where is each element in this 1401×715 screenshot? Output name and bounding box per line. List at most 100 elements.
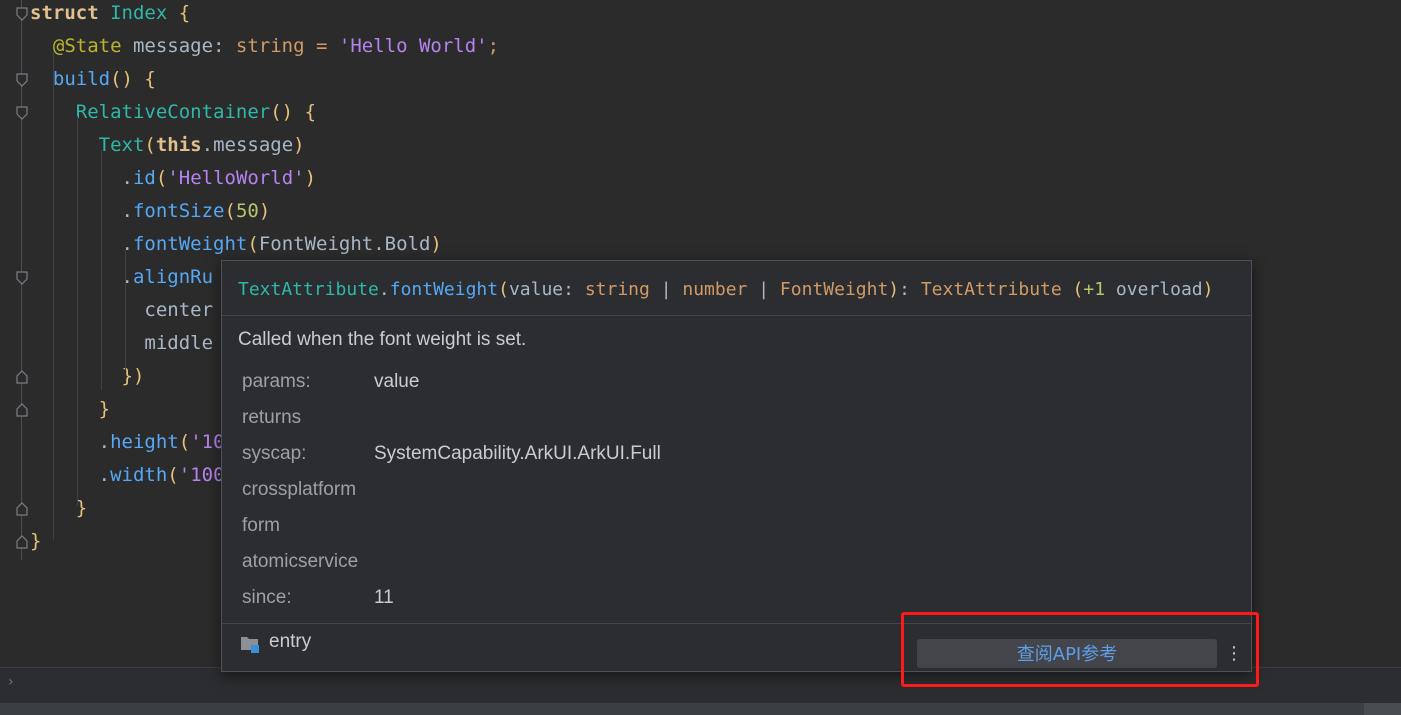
code-token: 'Hello World' (338, 35, 488, 57)
code-token: TextAttribute (920, 279, 1062, 300)
status-bar-right-segment (1364, 703, 1401, 715)
code-line[interactable]: build() { (30, 66, 156, 99)
code-token: ( (1061, 279, 1084, 300)
code-line[interactable]: .id('HelloWorld') (30, 165, 317, 198)
code-line[interactable]: } (30, 528, 41, 561)
code-token: alignRu (132, 266, 214, 288)
code-line[interactable]: middle (30, 330, 213, 363)
code-token: .message (201, 134, 294, 156)
meta-label: params: (242, 371, 311, 392)
code-token: 50 (235, 200, 259, 222)
code-line[interactable]: }) (30, 363, 145, 396)
code-token: ( (247, 233, 259, 255)
footer-divider (222, 623, 1251, 624)
code-token: id (132, 167, 156, 189)
fold-end-icon[interactable] (16, 535, 28, 549)
code-token: RelativeContainer (75, 101, 271, 123)
code-line[interactable]: } (30, 495, 87, 528)
code-token: | (747, 279, 780, 300)
code-token: . (98, 464, 111, 486)
code-line[interactable]: } (30, 396, 110, 429)
code-line[interactable]: .height('100 (30, 429, 236, 462)
code-line[interactable]: center (30, 297, 213, 330)
status-bar (0, 703, 1401, 715)
code-token: () (270, 101, 305, 123)
code-token: . (121, 167, 133, 189)
method-description: Called when the font weight is set. (238, 329, 527, 350)
code-token: Index (110, 2, 179, 24)
code-token: center (144, 299, 214, 321)
code-token: message: (132, 35, 236, 57)
code-token: Text (98, 134, 145, 156)
more-options-icon[interactable]: ⋮ (1225, 642, 1243, 666)
meta-label: atomicservice (242, 551, 359, 572)
code-token: . (378, 279, 390, 300)
code-token: | (649, 279, 683, 300)
code-token: ) (430, 233, 442, 255)
documentation-popup: TextAttribute.fontWeight ( value: string |… (221, 260, 1252, 672)
indent-guide (101, 150, 102, 390)
code-line[interactable]: @State message: string = 'Hello World'; (30, 33, 499, 66)
meta-value: 11 (374, 587, 394, 608)
indent-guide (77, 116, 78, 506)
meta-label: crossplatform (242, 479, 357, 500)
code-token: ) (258, 200, 271, 222)
signature-divider (222, 315, 1251, 316)
code-line[interactable]: .width('100% (30, 462, 236, 495)
bottom-toolbar (0, 667, 1401, 704)
code-token: overload (1105, 279, 1203, 300)
fold-collapse-icon[interactable] (16, 73, 28, 87)
code-token: TextAttribute (238, 279, 379, 300)
code-token: fontWeight (132, 233, 248, 255)
code-token: . (121, 233, 133, 255)
fold-end-icon[interactable] (16, 502, 28, 516)
meta-label: since: (242, 587, 292, 608)
code-line[interactable]: Text(this.message) (30, 132, 305, 165)
fold-collapse-icon[interactable] (16, 271, 28, 285)
code-line[interactable]: .fontSize(50) (30, 198, 271, 231)
code-token: ( (155, 167, 168, 189)
code-token: fontWeight (389, 279, 499, 300)
expand-chevron-icon[interactable]: › (8, 674, 14, 690)
code-token: = (316, 35, 339, 57)
code-line[interactable]: struct Index { (30, 0, 190, 33)
code-line[interactable]: RelativeContainer() { (30, 99, 316, 132)
module-folder-icon (240, 634, 260, 654)
fold-collapse-icon[interactable] (16, 106, 28, 120)
fold-collapse-icon[interactable] (16, 7, 28, 21)
indent-guide (53, 50, 54, 540)
meta-value: value (374, 371, 420, 392)
method-signature: TextAttribute.fontWeight(value: string |… (238, 279, 1213, 300)
code-token: . (98, 431, 111, 453)
code-token: this (155, 134, 202, 156)
code-token: : (563, 279, 585, 300)
meta-label: syscap: (242, 443, 307, 464)
code-token: ; (487, 35, 500, 57)
code-token: number (682, 279, 748, 300)
meta-label: returns (242, 407, 302, 428)
code-line[interactable]: .alignRu (30, 264, 214, 297)
fold-end-icon[interactable] (16, 403, 28, 417)
code-token: { (144, 68, 156, 90)
code-token: ) (1202, 279, 1214, 300)
code-token: ( (178, 431, 191, 453)
indent-guide (125, 250, 126, 370)
code-token: ) (888, 279, 900, 300)
code-token: fontSize (132, 200, 225, 222)
code-token: . (121, 266, 133, 288)
meta-label: form (242, 515, 280, 536)
code-token: } (30, 530, 42, 552)
code-token: height (110, 431, 179, 453)
code-token: string (584, 279, 650, 300)
code-token: @State (52, 35, 133, 57)
view-api-reference-button[interactable]: 查阅API参考 (917, 639, 1217, 668)
fold-end-icon[interactable] (16, 370, 28, 384)
